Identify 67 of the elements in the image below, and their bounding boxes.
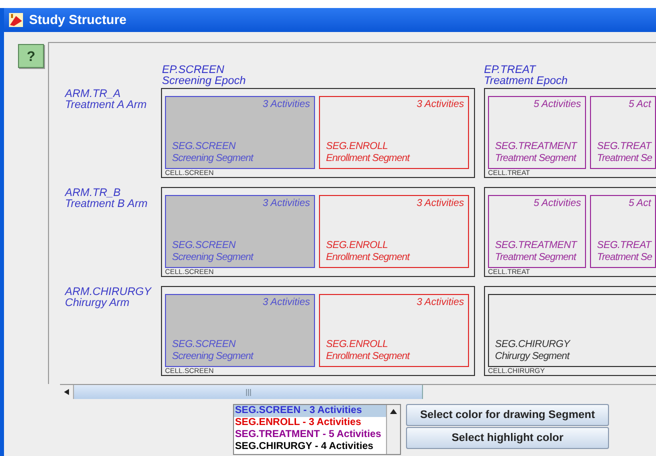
segment-code: SEG.ENROLL — [326, 339, 388, 351]
list-item[interactable]: SEG.SCREEN - 3 Activities — [234, 405, 386, 417]
segment-code: SEG.TREATMENT — [495, 141, 577, 153]
app-icon — [8, 12, 24, 28]
activity-count: 3 Activities — [416, 98, 464, 111]
activity-count: 3 Activities — [416, 197, 464, 210]
segment-code: SEG.SCREEN — [172, 141, 236, 153]
segment-box[interactable]: 3 Activities SEG.SCREEN Screening Segment — [165, 96, 315, 169]
segment-box[interactable]: 5 Activities SEG.TREATMENT Treatment Segment — [488, 96, 586, 169]
activity-count: 3 Activities — [416, 296, 464, 309]
arm-name: Treatment B Arm — [65, 199, 148, 210]
segment-box[interactable]: 3 Activities SEG.ENROLL Enrollment Segment — [319, 195, 469, 268]
segment-name: Enrollment Segment — [326, 153, 410, 165]
segment-name: Enrollment Segment — [326, 252, 410, 264]
segment-box[interactable]: 3 Activities SEG.SCREEN Screening Segment — [165, 195, 315, 268]
activity-count: 5 Activities — [534, 98, 581, 111]
segment-code: SEG.TREAT — [597, 240, 652, 252]
segment-box[interactable]: 3 Activities SEG.ENROLL Enrollment Segment — [319, 294, 469, 367]
segment-code: SEG.TREAT — [597, 141, 652, 153]
help-button[interactable]: ? — [18, 44, 44, 68]
segment-list[interactable]: SEG.SCREEN - 3 Activities SEG.ENROLL - 3 Activities SEG.TREATMENT - 5 Activities SEG.CHIRURGY - 4 Activities — [233, 404, 401, 455]
scroll-up-icon[interactable] — [390, 409, 397, 414]
segment-code: SEG.ENROLL — [326, 240, 388, 252]
segment-name: Treatment Segment — [495, 252, 576, 264]
activity-count: 3 Activities — [262, 197, 310, 210]
activity-count: 5 Act — [628, 98, 651, 111]
segment-name: Chirurgy Segment — [495, 351, 570, 363]
segment-box[interactable]: SEG.CHIRURGY Chirurgy Segment — [488, 294, 656, 367]
list-scrollbar[interactable] — [386, 405, 400, 454]
epoch-code: EP.TREAT — [484, 65, 536, 76]
segment-code: SEG.TREATMENT — [495, 240, 577, 252]
segment-box[interactable]: 3 Activities SEG.SCREEN Screening Segment — [165, 294, 315, 367]
segment-code: SEG.ENROLL — [326, 141, 388, 153]
segment-code: SEG.CHIRURGY — [495, 339, 570, 351]
arm-code: ARM.TR_A — [65, 89, 121, 100]
epoch-name: Treatment Epoch — [484, 76, 568, 87]
segment-name: Screening Segment — [172, 351, 254, 363]
segment-name: Treatment Se — [597, 252, 652, 264]
epoch-name: Screening Epoch — [162, 76, 246, 87]
arm-name: Treatment A Arm — [65, 100, 147, 111]
arm-code: ARM.CHIRURGY — [65, 287, 152, 298]
action-button[interactable]: Select highlight color — [406, 427, 609, 449]
segment-code: SEG.SCREEN — [172, 339, 236, 351]
list-item[interactable]: SEG.CHIRURGY - 4 Activities — [234, 441, 386, 453]
segment-box[interactable]: 5 Activities SEG.TREATMENT Treatment Segment — [488, 195, 586, 268]
activity-count: 3 Activities — [262, 296, 310, 309]
list-item[interactable]: SEG.TREATMENT - 5 Activities — [234, 429, 386, 441]
segment-box[interactable]: 5 Act SEG.TREAT Treatment Se — [590, 96, 656, 169]
arm-name: Chirurgy Arm — [65, 298, 130, 309]
window-title: Study Structure — [29, 11, 127, 30]
segment-name: Screening Segment — [172, 252, 254, 264]
segment-code: SEG.SCREEN — [172, 240, 236, 252]
segment-name: Screening Segment — [172, 153, 254, 165]
segment-name: Treatment Segment — [495, 153, 576, 165]
epoch-code: EP.SCREEN — [162, 65, 224, 76]
activity-count: 5 Activities — [534, 197, 581, 210]
segment-name: Treatment Se — [597, 153, 652, 165]
activity-count: 5 Act — [628, 197, 651, 210]
action-button[interactable]: Select color for drawing Segment — [406, 404, 609, 426]
segment-name: Enrollment Segment — [326, 351, 410, 363]
list-item[interactable]: SEG.ENROLL - 3 Activities — [234, 417, 386, 429]
activity-count: 3 Activities — [262, 98, 310, 111]
scroll-thumb[interactable] — [74, 385, 423, 399]
arm-code: ARM.TR_B — [65, 188, 121, 199]
horizontal-scrollbar[interactable] — [60, 384, 656, 399]
segment-box[interactable]: 5 Act SEG.TREAT Treatment Se — [590, 195, 656, 268]
segment-box[interactable]: 3 Activities SEG.ENROLL Enrollment Segment — [319, 96, 469, 169]
